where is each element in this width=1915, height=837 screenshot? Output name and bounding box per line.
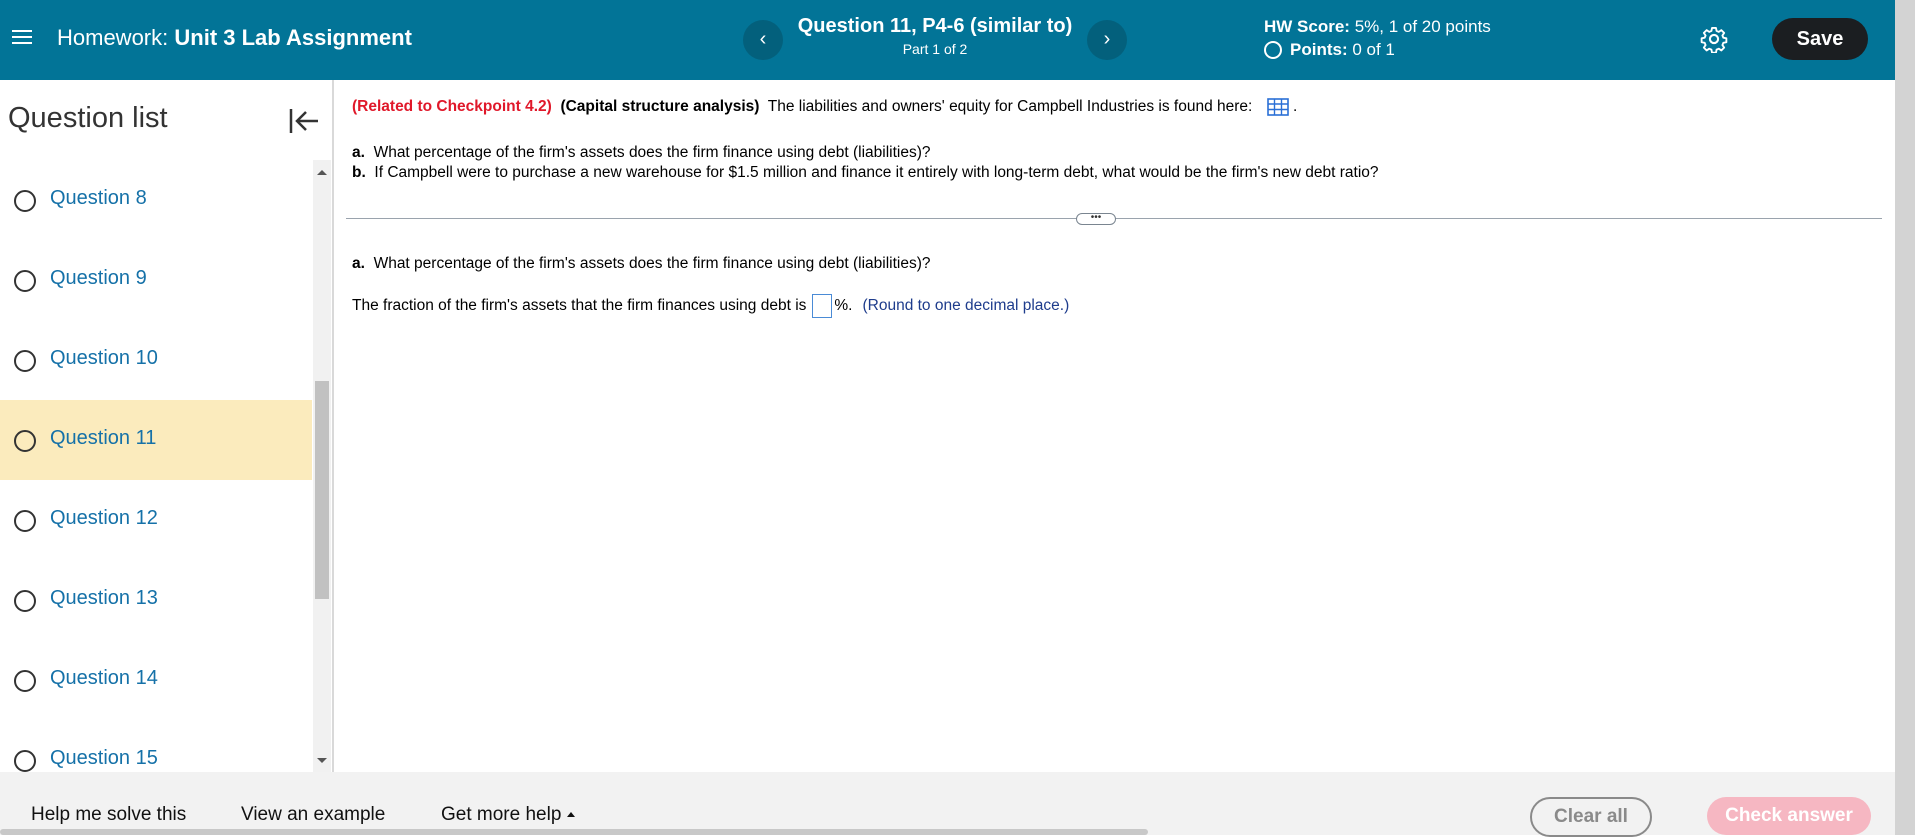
question-list-item[interactable]: Question 9 <box>0 240 312 320</box>
question-title: Question 11, P4-6 (similar to) <box>797 15 1073 37</box>
points-value: 0 of 1 <box>1352 40 1395 59</box>
question-parts: a. What percentage of the firm's assets … <box>352 143 1379 183</box>
save-button[interactable]: Save <box>1772 18 1868 60</box>
status-circle-icon <box>14 430 36 452</box>
part-b-question: If Campbell were to purchase a new wareh… <box>374 164 1379 181</box>
question-list-item-label: Question 10 <box>50 347 158 369</box>
status-circle-icon <box>14 350 36 372</box>
get-more-help-label: Get more help <box>441 804 562 825</box>
question-list-item-label: Question 13 <box>50 587 158 609</box>
question-topic: (Capital structure analysis) <box>560 98 760 116</box>
status-circle-icon <box>14 750 36 772</box>
question-list-panel: Question list Question 8 Question 9 Questi… <box>0 80 334 772</box>
question-list-item[interactable]: Question 8 <box>0 160 312 240</box>
question-list-item[interactable]: Question 11 <box>0 400 312 480</box>
answer-row: The fraction of the firm's assets that t… <box>352 294 1069 318</box>
question-intro: (Related to Checkpoint 4.2) (Capital str… <box>352 98 1297 116</box>
get-more-help-button[interactable]: Get more help <box>441 804 576 826</box>
score-panel: HW Score: 5%, 1 of 20 points Points: 0 o… <box>1264 17 1491 60</box>
question-header: Question 11, P4-6 (similar to) Part 1 of… <box>770 15 1100 57</box>
question-list-item-label: Question 15 <box>50 747 158 769</box>
status-circle-icon <box>14 510 36 532</box>
part-a-prompt: a. What percentage of the firm's assets … <box>352 255 931 273</box>
points-label: Points: <box>1290 40 1348 59</box>
part-a-marker: a. <box>352 144 365 161</box>
part-a-question: What percentage of the firm's assets doe… <box>373 144 931 161</box>
resize-handle[interactable]: ••• <box>1076 213 1116 225</box>
question-list-title: Question list <box>8 102 168 134</box>
scroll-up-arrow-icon[interactable] <box>317 170 327 175</box>
status-circle-icon <box>14 590 36 612</box>
hw-score-value: 5%, 1 of 20 points <box>1354 17 1491 36</box>
answer-prefix: The fraction of the firm's assets that t… <box>352 297 807 314</box>
status-circle-icon <box>14 190 36 212</box>
question-list-item[interactable]: Question 12 <box>0 480 312 560</box>
rounding-hint: (Round to one decimal place.) <box>862 297 1070 314</box>
question-list-item[interactable]: Question 10 <box>0 320 312 400</box>
homework-label: Homework: <box>57 25 169 50</box>
hw-score-label: HW Score: <box>1264 17 1350 36</box>
answer-input[interactable] <box>812 294 833 318</box>
scroll-down-arrow-icon[interactable] <box>317 758 327 763</box>
status-circle-icon <box>14 670 36 692</box>
question-list-item-label: Question 9 <box>50 267 147 289</box>
question-list-item-label: Question 11 <box>50 427 157 449</box>
answer-suffix: %. <box>834 297 853 314</box>
top-bar: Homework: Unit 3 Lab Assignment ‹ Questi… <box>0 0 1895 80</box>
question-list-item-label: Question 12 <box>50 507 158 529</box>
question-list-scrollbar[interactable] <box>313 160 331 772</box>
question-list: Question 8 Question 9 Question 10 Question … <box>0 160 312 772</box>
view-example-button[interactable]: View an example <box>241 804 385 826</box>
part-a-prompt-marker: a. <box>352 255 365 272</box>
question-list-item[interactable]: Question 13 <box>0 560 312 640</box>
caret-up-icon <box>567 812 576 818</box>
help-me-solve-button[interactable]: Help me solve this <box>31 804 186 826</box>
intro-text: The liabilities and owners' equity for C… <box>767 98 1253 116</box>
intro-end: . <box>1292 98 1298 116</box>
page-scrollbar[interactable] <box>1895 0 1915 835</box>
scrollbar-thumb[interactable] <box>315 381 329 599</box>
data-table-icon[interactable] <box>1266 98 1289 116</box>
check-answer-button[interactable]: Check answer <box>1707 797 1871 835</box>
menu-icon[interactable] <box>12 26 32 54</box>
footer-bar: Help me solve this View an example Get m… <box>0 772 1895 837</box>
clear-all-button[interactable]: Clear all <box>1530 797 1652 837</box>
question-list-item[interactable]: Question 14 <box>0 640 312 720</box>
points-status-icon <box>1264 41 1282 59</box>
question-content: (Related to Checkpoint 4.2) (Capital str… <box>346 80 1882 772</box>
collapse-panel-icon[interactable] <box>287 104 321 138</box>
status-circle-icon <box>14 270 36 292</box>
question-list-item[interactable]: Question 15 <box>0 720 312 772</box>
next-question-button[interactable]: › <box>1087 20 1127 60</box>
assignment-name: Unit 3 Lab Assignment <box>174 25 412 50</box>
part-indicator: Part 1 of 2 <box>902 41 968 57</box>
question-list-item-label: Question 14 <box>50 667 158 689</box>
settings-gear-icon[interactable] <box>1700 25 1728 53</box>
related-checkpoint: (Related to Checkpoint 4.2) <box>352 98 552 116</box>
part-a-prompt-text: What percentage of the firm's assets doe… <box>373 255 931 272</box>
part-b-marker: b. <box>352 164 366 181</box>
horizontal-scrollbar[interactable] <box>0 829 1148 835</box>
question-list-item-label: Question 8 <box>50 187 147 209</box>
assignment-title: Homework: Unit 3 Lab Assignment <box>57 25 412 51</box>
